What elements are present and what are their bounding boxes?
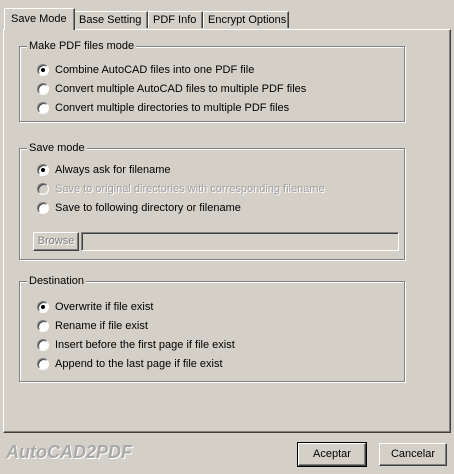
radio-convert-multiple-files[interactable]: Convert multiple AutoCAD files to multip… (37, 82, 306, 96)
ok-button[interactable]: Aceptar (297, 442, 367, 467)
tab-encrypt-options[interactable]: Encrypt Options (203, 11, 289, 28)
browse-button: Browse (33, 232, 79, 251)
radio-append-last[interactable]: Append to the last page if file exist (37, 357, 223, 371)
radio-insert-before[interactable]: Insert before the first page if file exi… (37, 338, 235, 352)
radio-label: Overwrite if file exist (55, 301, 154, 313)
cancel-button[interactable]: Cancelar (379, 443, 447, 466)
destination-group: Destination Overwrite if file exist Rena… (19, 274, 405, 382)
radio-label: Append to the last page if file exist (55, 358, 223, 370)
save-options-dialog: Base Setting PDF Info Encrypt Options Sa… (0, 0, 454, 474)
radio-label: Save to original directories with corres… (55, 183, 325, 195)
destination-title: Destination (27, 274, 87, 288)
save-path-field (81, 232, 399, 251)
radio-button (37, 183, 49, 195)
radio-button[interactable] (37, 339, 49, 351)
save-mode-group: Save mode Always ask for filename Save t… (19, 141, 405, 260)
radio-label: Convert multiple AutoCAD files to multip… (55, 83, 307, 95)
make-pdf-mode-group: Make PDF files mode Combine AutoCAD file… (19, 39, 405, 122)
radio-label: Combine AutoCAD files into one PDF file (55, 64, 255, 76)
radio-button[interactable] (37, 164, 49, 176)
radio-combine-into-one[interactable]: Combine AutoCAD files into one PDF file (37, 63, 254, 77)
tab-panel-save-mode: Make PDF files mode Combine AutoCAD file… (3, 29, 451, 433)
radio-label: Save to following directory or filename (55, 202, 241, 214)
make-pdf-mode-title: Make PDF files mode (27, 39, 137, 53)
radio-button[interactable] (37, 202, 49, 214)
radio-overwrite[interactable]: Overwrite if file exist (37, 300, 153, 314)
radio-always-ask[interactable]: Always ask for filename (37, 163, 171, 177)
radio-label: Insert before the first page if file exi… (55, 339, 235, 351)
radio-label: Convert multiple directories to multiple… (55, 102, 290, 114)
save-mode-title: Save mode (27, 141, 87, 155)
radio-label: Always ask for filename (55, 164, 171, 176)
radio-button[interactable] (37, 320, 49, 332)
radio-button[interactable] (37, 301, 49, 313)
radio-save-original-directories: Save to original directories with corres… (37, 182, 325, 196)
radio-label: Rename if file exist (55, 320, 148, 332)
radio-convert-multiple-directories[interactable]: Convert multiple directories to multiple… (37, 101, 289, 115)
radio-button[interactable] (37, 102, 49, 114)
radio-button[interactable] (37, 64, 49, 76)
radio-button[interactable] (37, 358, 49, 370)
tab-save-mode[interactable]: Save Mode (4, 8, 75, 30)
radio-button[interactable] (37, 83, 49, 95)
tab-base-setting[interactable]: Base Setting (74, 11, 148, 28)
radio-rename[interactable]: Rename if file exist (37, 319, 148, 333)
brand-logo-text: AutoCAD2PDF (6, 442, 132, 462)
radio-save-following-directory[interactable]: Save to following directory or filename (37, 201, 241, 215)
tab-pdf-info[interactable]: PDF Info (148, 11, 203, 28)
